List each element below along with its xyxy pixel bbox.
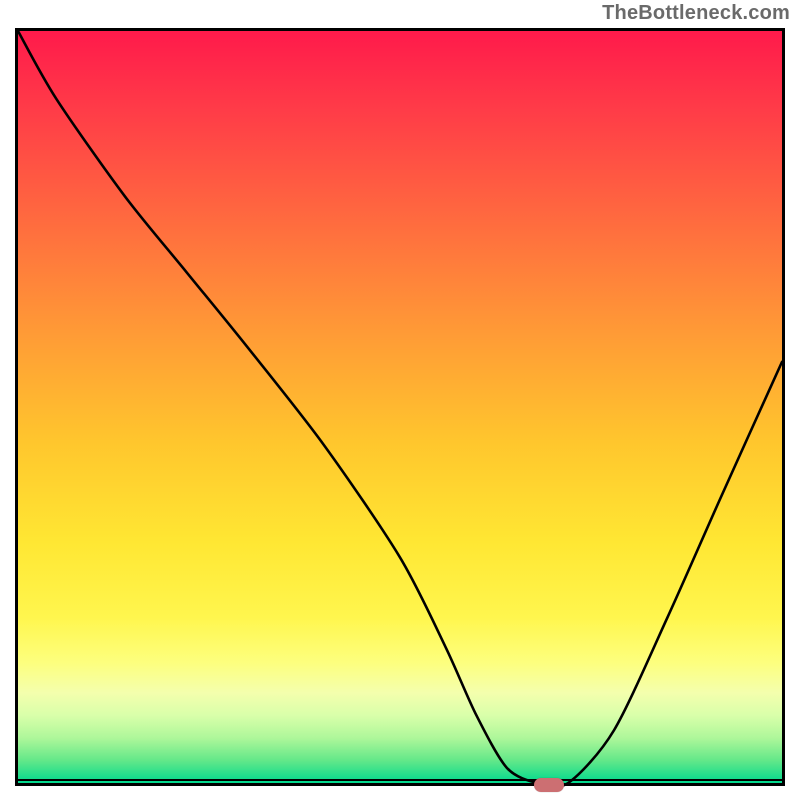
- chart-container: TheBottleneck.com: [0, 0, 800, 800]
- attribution-label: TheBottleneck.com: [602, 2, 790, 25]
- x-axis-baseline: [18, 779, 782, 781]
- plot-area: [15, 28, 785, 786]
- bottleneck-curve: [18, 31, 782, 783]
- optimal-point-marker: [534, 778, 564, 792]
